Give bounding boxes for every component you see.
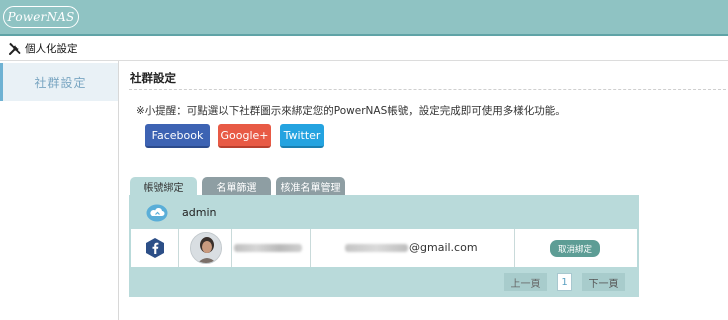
table-row: @gmail.com 取消綁定 [131,229,637,267]
sidebar-item-label: 社群設定 [34,75,87,90]
page-number[interactable]: 1 [557,273,572,291]
email-address: @gmail.com [345,241,478,254]
next-page-button[interactable]: 下一頁 [582,273,625,291]
sidebar-item-social-settings[interactable]: 社群設定 [0,63,118,101]
cloud-icon [146,204,168,222]
tab-approved-list[interactable]: 核准名單管理 [276,177,345,195]
email-redacted [345,243,408,252]
breadcrumb: 個人化設定 [0,36,728,61]
facebook-icon [144,237,166,259]
avatar [190,232,222,264]
unbind-button[interactable]: 取消綁定 [550,240,600,257]
cell-divider [514,229,515,267]
cell-divider [310,229,311,267]
powernas-logo[interactable]: PowerNAS [3,6,79,28]
tab-list-filter[interactable]: 名單篩選 [202,177,271,195]
hint-text: ※小提醒：可點選以下社群圖示來綁定您的PowerNAS帳號，設定完成即可使用多樣… [136,105,566,117]
title-divider [129,89,726,90]
prev-page-button[interactable]: 上一頁 [504,273,547,291]
account-name: admin [182,206,217,219]
logo-text: PowerNAS [7,10,75,24]
top-bar: PowerNAS [0,0,728,36]
tools-icon [8,41,22,55]
cell-divider [231,229,232,267]
facebook-button[interactable]: Facebook [145,124,210,148]
binding-panel: admin @gmail.com 取消綁定 上一頁 1 下一頁 [129,195,639,297]
breadcrumb-title: 個人化設定 [25,42,78,55]
user-name-redacted [234,244,302,252]
google-plus-button[interactable]: Google+ [218,124,271,148]
section-title: 社群設定 [130,71,176,85]
email-domain: @gmail.com [409,241,478,254]
tab-account-binding[interactable]: 帳號綁定 [130,177,197,195]
twitter-button[interactable]: Twitter [280,124,324,148]
cell-divider [178,229,179,267]
sidebar: 社群設定 [0,61,119,320]
